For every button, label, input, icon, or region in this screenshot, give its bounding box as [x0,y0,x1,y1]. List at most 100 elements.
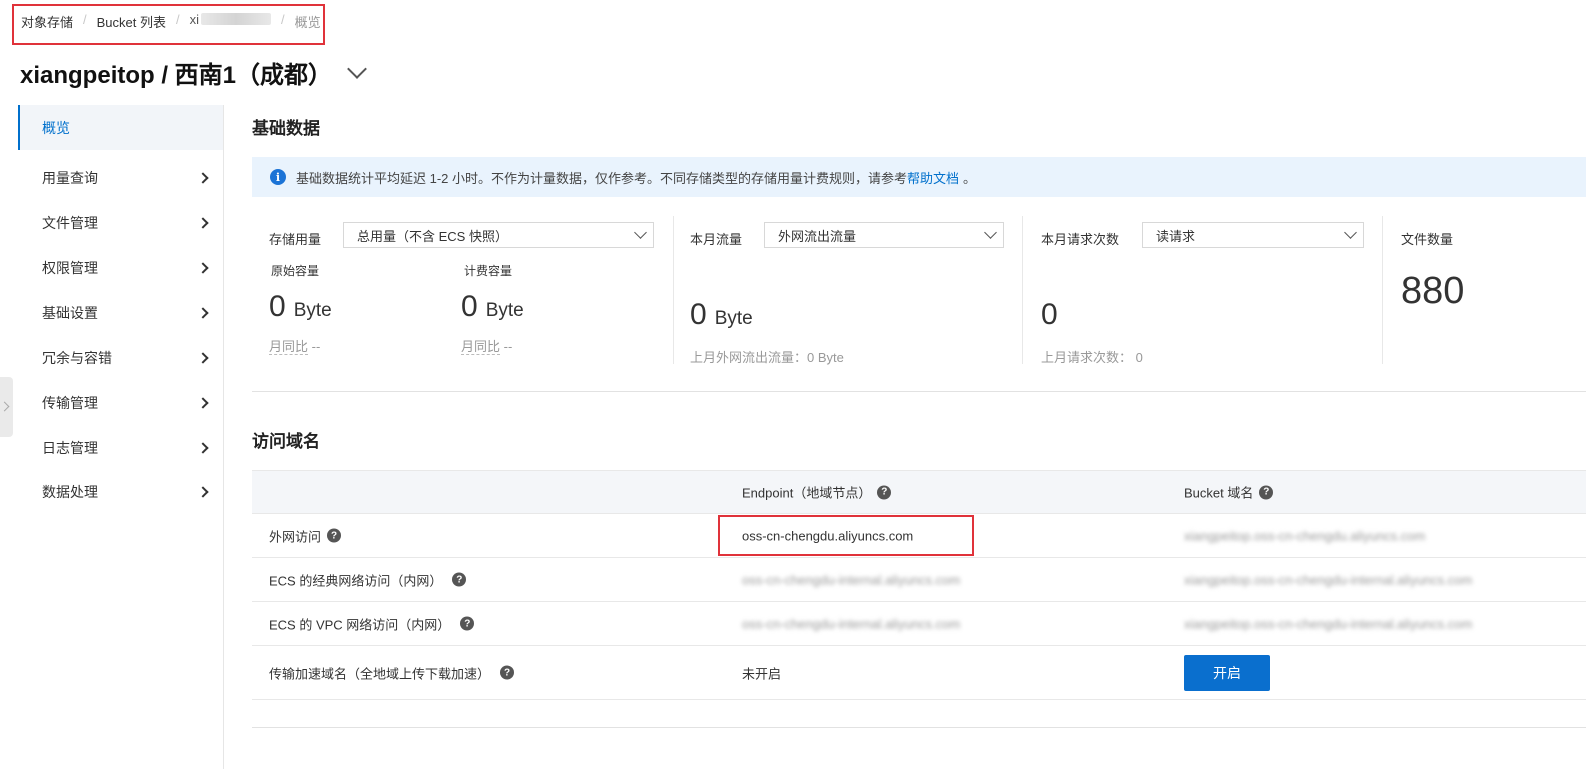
help-icon[interactable]: ? [452,572,467,587]
notice-end: 。 [963,170,977,186]
bucket-domain-text: xiangpeitop.oss-cn-chengdu-internal.aliy… [1184,616,1473,631]
endpoint-text: oss-cn-chengdu-internal.aliyuncs.com [742,572,961,587]
billed-capacity-unit: Byte [485,300,524,321]
sidebar-item-label: 日志管理 [42,439,98,456]
domains-table-header: Endpoint（地域节点）? Bucket 域名? [252,470,1586,514]
sidebar-item-overview[interactable]: 概览 [18,105,223,150]
monthly-traffic-number: 0 [690,298,707,331]
divider [673,216,674,364]
enable-acceleration-button[interactable]: 开启 [1184,655,1270,691]
row-name-text: ECS 的 VPC 网络访问（内网） [269,617,451,632]
last-month-requests: 上月请求次数： 0 [1041,350,1143,365]
breadcrumb-current: 概览 [294,15,321,30]
monthly-traffic-unit: Byte [714,308,753,329]
sidebar-item-usage[interactable]: 用量查询 [18,155,223,200]
table-row: 传输加速域名（全地域上传下载加速）? 未开启 开启 [252,646,1586,700]
table-row: ECS 的 VPC 网络访问（内网）? oss-cn-chengdu-inter… [252,602,1586,646]
chevron-right-icon [197,261,209,274]
endpoint-value: oss-cn-chengdu-internal.aliyuncs.com [742,616,960,631]
chevron-right-icon [197,396,209,409]
billed-capacity-number: 0 [461,290,478,323]
monthly-traffic-label: 本月流量 [690,232,743,247]
chevron-right-icon [197,485,209,498]
page-title-text: xiangpeitop / 西南1（成都） [20,62,333,89]
mom-value: -- [503,339,513,354]
chevron-down-icon [1344,226,1357,239]
sidebar-item-data-processing[interactable]: 数据处理 [18,469,223,514]
sidebar-item-label: 文件管理 [42,214,98,231]
row-name-text: 外网访问 [269,529,322,544]
info-notice: i 基础数据统计平均延迟 1-2 小时。不作为计量数据，仅作参考。不同存储类型的… [252,157,1586,197]
help-icon[interactable]: ? [877,485,892,499]
bucket-domain-value: xiangpeitop.oss-cn-chengdu-internal.aliy… [1184,572,1472,587]
highlight-box [718,515,974,556]
monthly-requests-value: 0 [1041,298,1058,331]
sidebar-item-label: 数据处理 [42,483,98,500]
column-header-endpoint: Endpoint（地域节点）? [742,483,892,502]
chevron-down-icon[interactable] [347,58,367,79]
request-type-select[interactable]: 读请求 [1142,222,1364,248]
sidebar-collapse-handle[interactable] [0,377,13,437]
help-icon[interactable]: ? [460,616,475,631]
monthly-traffic-value: 0 Byte [690,298,753,332]
raw-capacity-number: 0 [269,290,286,323]
section-title-domains: 访问域名 [252,432,320,451]
breadcrumb-separator: / [83,12,87,27]
divider [1382,216,1383,364]
storage-type-select[interactable]: 总用量（不含 ECS 快照） [343,222,654,248]
billed-capacity-value: 0 Byte [461,290,524,324]
column-header-bucket-domain-text: Bucket 域名 [1184,485,1254,501]
chevron-right-icon [197,351,209,364]
endpoint-value: oss-cn-chengdu-internal.aliyuncs.com [742,572,960,587]
raw-capacity-unit: Byte [293,300,332,321]
sidebar-item-redundancy[interactable]: 冗余与容错 [18,335,223,380]
chevron-right-icon [197,441,209,454]
sidebar: 概览 用量查询 文件管理 权限管理 基础设置 冗余与容错 传输管理 日志管理 数… [18,105,224,769]
breadcrumb-oss[interactable]: 对象存储 [21,12,73,31]
table-row: ECS 的经典网络访问（内网）? oss-cn-chengdu-internal… [252,558,1586,602]
mom-label: 月同比 [269,339,309,355]
sidebar-item-basic-settings[interactable]: 基础设置 [18,290,223,335]
sidebar-item-logs[interactable]: 日志管理 [18,425,223,470]
mom-label: 月同比 [461,339,501,355]
request-type-select-value: 读请求 [1156,228,1196,244]
help-doc-link[interactable]: 帮助文档 [907,168,959,187]
breadcrumb-bucket-list[interactable]: Bucket 列表 [97,12,166,31]
chevron-right-icon [197,306,209,319]
help-icon[interactable]: ? [327,528,342,543]
sidebar-item-transfer[interactable]: 传输管理 [18,380,223,425]
help-icon[interactable]: ? [1259,485,1274,499]
billed-capacity-label: 计费容量 [464,264,513,278]
breadcrumb-separator: / [176,12,180,27]
row-name: 传输加速域名（全地域上传下载加速）? [269,663,515,682]
bucket-domain-text: xiangpeitop.oss-cn-chengdu-internal.aliy… [1184,572,1473,587]
column-header-endpoint-text: Endpoint（地域节点） [742,485,872,501]
breadcrumb-bucket-name[interactable]: xi [190,12,272,27]
column-header-bucket-domain: Bucket 域名? [1184,483,1274,502]
row-name: ECS 的经典网络访问（内网）? [269,570,467,589]
sidebar-item-permissions[interactable]: 权限管理 [18,245,223,290]
file-count-label: 文件数量 [1401,232,1454,247]
table-bottom-divider [252,727,1586,728]
row-name: ECS 的 VPC 网络访问（内网）? [269,614,475,633]
sidebar-item-label: 概览 [42,119,70,136]
acceleration-status: 未开启 [742,666,782,681]
billed-capacity-mom: 月同比 -- [461,336,512,355]
sidebar-item-files[interactable]: 文件管理 [18,200,223,245]
redaction-mask [201,13,272,25]
traffic-type-select[interactable]: 外网流出流量 [764,222,1004,248]
chevron-right-icon [197,171,209,184]
help-icon[interactable]: ? [500,665,515,680]
traffic-type-select-value: 外网流出流量 [778,228,857,244]
row-name-text: ECS 的经典网络访问（内网） [269,573,443,588]
raw-capacity-mom: 月同比 -- [269,336,320,355]
file-count-value: 880 [1401,270,1465,312]
monthly-requests-label: 本月请求次数 [1041,232,1120,247]
endpoint-text: oss-cn-chengdu-internal.aliyuncs.com [742,616,961,631]
section-title-basic-data: 基础数据 [252,119,320,138]
raw-capacity-value: 0 Byte [269,290,332,324]
row-name-text: 传输加速域名（全地域上传下载加速） [269,666,491,681]
sidebar-item-label: 传输管理 [42,394,98,411]
divider [1022,216,1023,364]
bucket-domain-value: xiangpeitop.oss-cn-chengdu-internal.aliy… [1184,616,1472,631]
